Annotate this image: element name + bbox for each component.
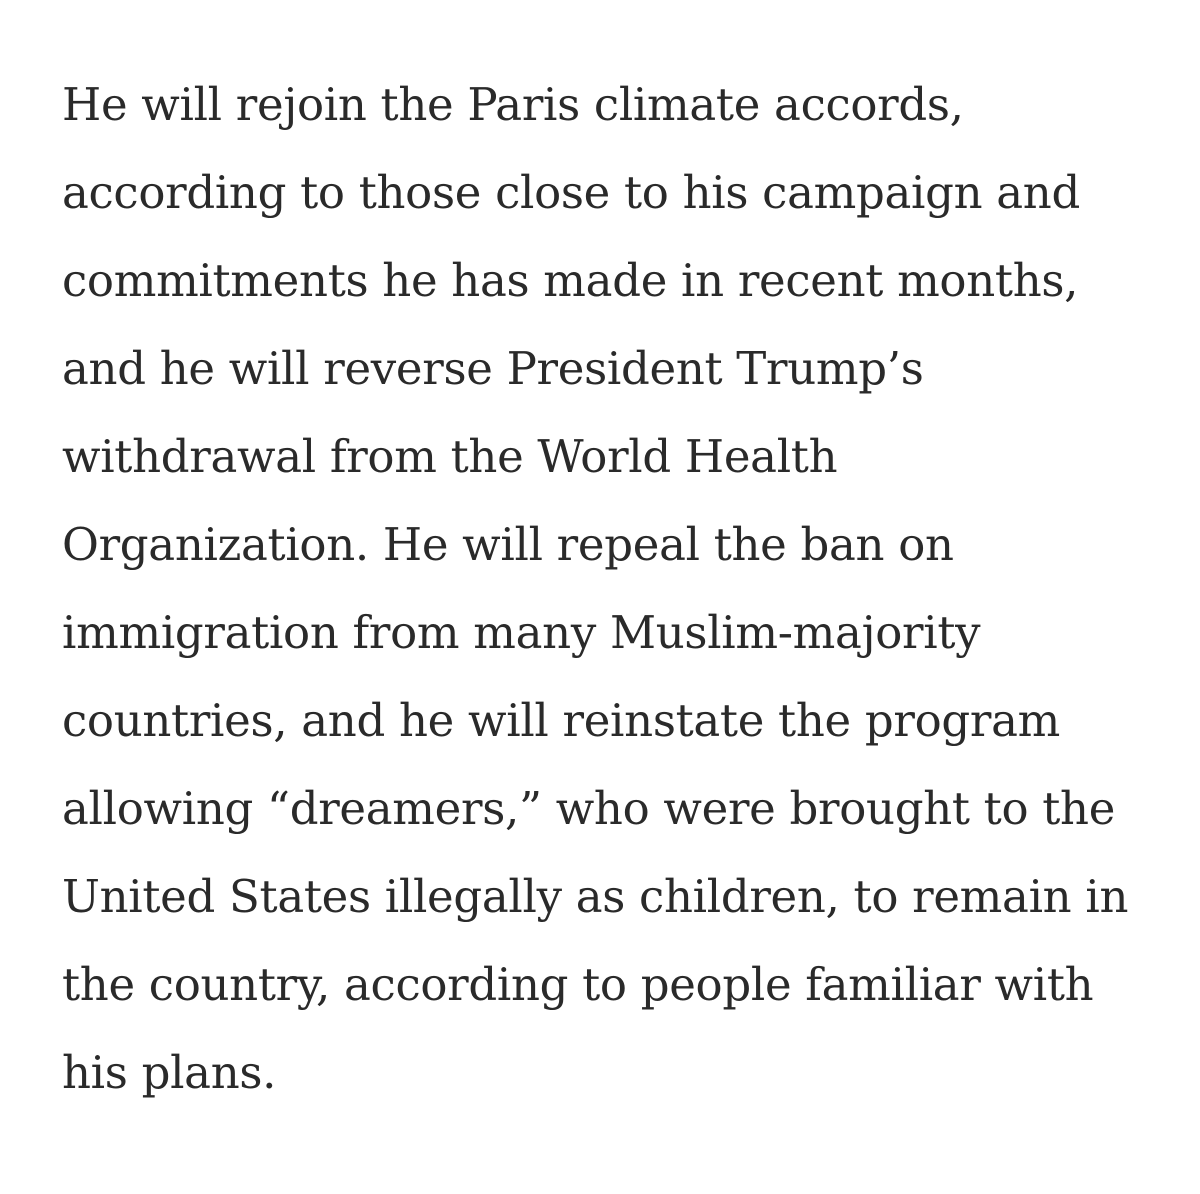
paragraph-line: immigration from many Muslim-majority — [62, 606, 981, 659]
paragraph-line: countries, and he will reinstate the pro… — [62, 694, 1060, 747]
paragraph-line: the country, according to people familia… — [62, 958, 1094, 1011]
paragraph-line: commitments he has made in recent months… — [62, 254, 1079, 307]
paragraph-line: and he will reverse President Trump’s — [62, 342, 924, 395]
paragraph-line: his plans. — [62, 1046, 277, 1099]
paragraph-line: allowing “dreamers,” who were brought to… — [62, 782, 1116, 835]
paragraph-line: Organization. He will repeal the ban on — [62, 518, 954, 571]
paragraph-line: according to those close to his campaign… — [62, 166, 1080, 219]
paragraph-line: withdrawal from the World Health — [62, 430, 838, 483]
paragraph-line: United States illegally as children, to … — [62, 870, 1129, 923]
paragraph-line: He will rejoin the Paris climate accords… — [62, 78, 964, 131]
